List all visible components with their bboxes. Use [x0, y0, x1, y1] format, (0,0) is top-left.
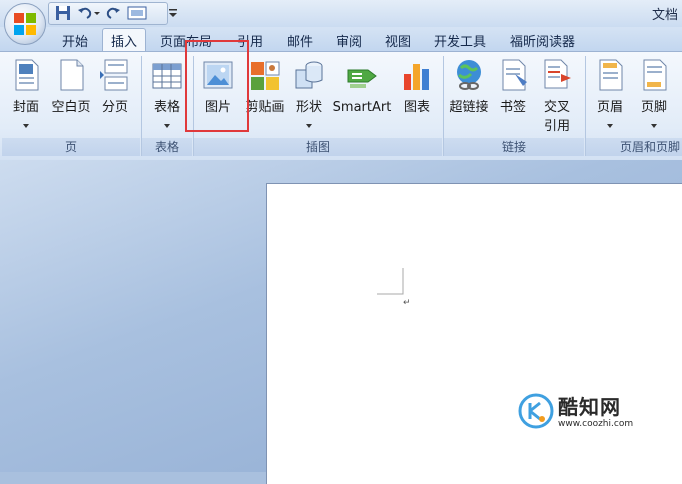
- group-label-header-footer: 页眉和页脚: [586, 138, 682, 156]
- table-icon: [152, 63, 182, 89]
- redo-icon[interactable]: [105, 5, 121, 21]
- save-icon[interactable]: [55, 5, 71, 21]
- footer-button[interactable]: 页脚: [634, 54, 674, 136]
- chart-button[interactable]: 图表: [396, 54, 438, 136]
- picture-button-highlight: [185, 40, 249, 132]
- dropdown-arrow-icon: [164, 124, 170, 128]
- dropdown-arrow-icon: [607, 124, 613, 128]
- header-icon: [599, 59, 623, 91]
- shapes-icon: [295, 61, 323, 89]
- hyperlink-button[interactable]: 超链接: [446, 54, 492, 136]
- cross-reference-button[interactable]: 交叉 引用: [534, 54, 580, 136]
- text-margin-mark: [377, 268, 404, 295]
- smartart-icon: [347, 69, 377, 88]
- window-title: 文档: [651, 8, 678, 23]
- smartart-button[interactable]: SmartArt: [330, 54, 394, 136]
- watermark-brand: 酷知网: [558, 395, 621, 419]
- dropdown-arrow-icon: [23, 124, 29, 128]
- office-logo-icon: [14, 13, 36, 35]
- group-label-tables: 表格: [142, 138, 192, 156]
- cover-page-button[interactable]: 封面: [6, 54, 46, 136]
- blank-page-icon: [60, 59, 84, 91]
- bookmark-label: 书签: [499, 100, 526, 115]
- header-button[interactable]: 页眉: [590, 54, 630, 136]
- footer-icon: [643, 59, 667, 91]
- paragraph-mark: ↵: [403, 298, 411, 308]
- chart-icon: [404, 64, 429, 90]
- page-break-label: 分页: [101, 100, 128, 115]
- hyperlink-icon: [457, 60, 481, 90]
- bookmark-icon: [502, 59, 527, 91]
- undo-icon[interactable]: [77, 5, 93, 21]
- hyperlink-label: 超链接: [449, 100, 489, 115]
- cross-reference-icon: [544, 59, 571, 89]
- bookmark-button[interactable]: 书签: [494, 54, 532, 136]
- ribbon: 封面 空白页 分页 页 表格 表格 图片 剪贴画 形状 SmartArt 图表 …: [0, 51, 682, 161]
- customize-qat-icon[interactable]: [168, 7, 178, 19]
- shapes-label: 形状: [295, 100, 322, 115]
- tab-insert[interactable]: 插入: [102, 28, 146, 51]
- dropdown-arrow-icon: [306, 124, 312, 128]
- tab-home[interactable]: 开始: [62, 31, 88, 51]
- document-page[interactable]: ↵: [266, 183, 682, 484]
- page-break-icon: [100, 59, 128, 91]
- dropdown-arrow-icon: [651, 124, 657, 128]
- tab-developer[interactable]: 开发工具: [434, 31, 486, 51]
- cross-reference-label: 交叉 引用: [534, 98, 580, 136]
- print-preview-icon[interactable]: [127, 5, 147, 21]
- quick-access-toolbar: [48, 2, 168, 25]
- smartart-label: SmartArt: [332, 100, 392, 115]
- title-bar: 文档: [0, 0, 682, 27]
- cross-reference-label-line1: 交叉: [543, 100, 570, 115]
- table-button[interactable]: 表格: [146, 54, 188, 136]
- tab-view[interactable]: 视图: [385, 31, 411, 51]
- page-break-button[interactable]: 分页: [96, 54, 134, 136]
- blank-page-label: 空白页: [51, 100, 91, 115]
- undo-dropdown-icon[interactable]: [93, 5, 101, 21]
- group-label-illustrations: 插图: [194, 138, 442, 156]
- tab-mailings[interactable]: 邮件: [287, 31, 313, 51]
- chart-label: 图表: [403, 100, 430, 115]
- clip-art-icon: [251, 61, 280, 90]
- tab-foxit-reader[interactable]: 福昕阅读器: [510, 31, 575, 51]
- group-label-links: 链接: [444, 138, 584, 156]
- cover-page-label: 封面: [12, 100, 39, 115]
- coozhi-logo-icon: [518, 393, 554, 429]
- ribbon-tabs: 开始 插入 页面布局 引用 邮件 审阅 视图 开发工具 福昕阅读器: [0, 27, 682, 51]
- cross-reference-label-line2: 引用: [543, 119, 570, 134]
- tab-review[interactable]: 审阅: [336, 31, 362, 51]
- watermark-url: www.coozhi.com: [558, 419, 634, 429]
- cover-page-icon: [15, 59, 39, 91]
- blank-page-button[interactable]: 空白页: [48, 54, 94, 136]
- table-label: 表格: [153, 100, 180, 115]
- footer-label: 页脚: [640, 100, 667, 115]
- office-button[interactable]: [4, 3, 46, 45]
- group-label-pages: 页: [2, 138, 140, 156]
- shapes-button[interactable]: 形状: [290, 54, 328, 136]
- header-label: 页眉: [596, 100, 623, 115]
